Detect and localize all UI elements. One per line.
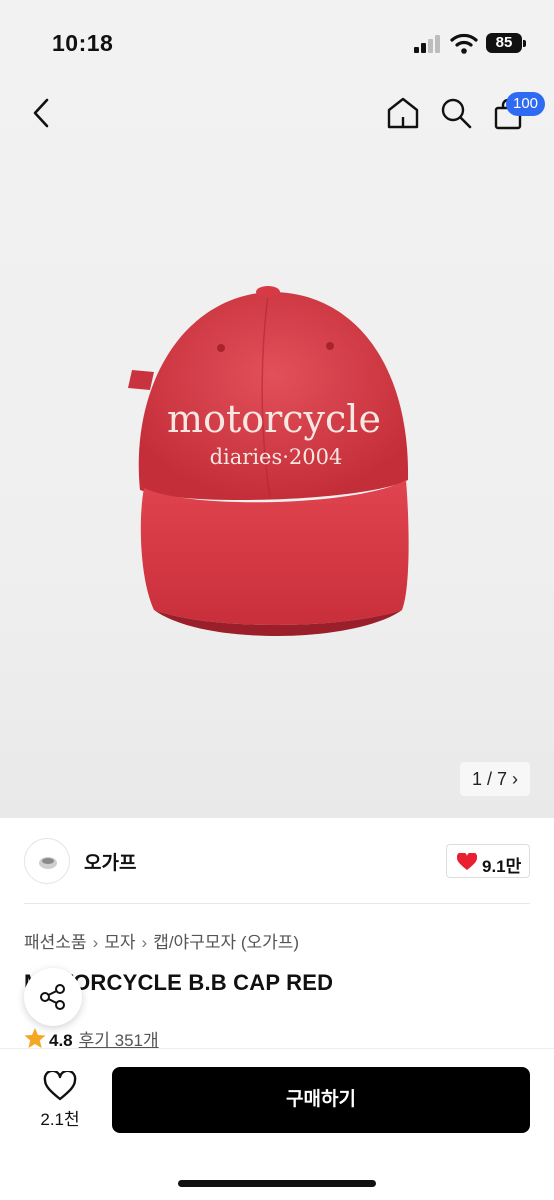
bottom-action-bar: 2.1천 구매하기 xyxy=(0,1048,554,1200)
heart-outline-icon xyxy=(43,1071,77,1101)
heart-filled-icon xyxy=(457,853,477,870)
battery-icon: 85 xyxy=(486,33,526,53)
breadcrumb-item[interactable]: 패션소품 xyxy=(24,928,87,953)
chevron-right-icon: › xyxy=(512,769,519,789)
brand-logo-icon xyxy=(39,857,57,869)
wishlist-button[interactable]: 2.1천 xyxy=(36,1069,84,1129)
breadcrumb: 패션소품 › 모자 › 캡/야구모자 (오가프) xyxy=(24,928,299,953)
cellular-signal-icon xyxy=(414,35,440,53)
divider xyxy=(24,903,530,904)
buy-button[interactable]: 구매하기 xyxy=(112,1067,530,1133)
home-indicator xyxy=(178,1180,376,1187)
brand-like-count: 9.1만 xyxy=(482,857,522,876)
star-icon xyxy=(24,1028,46,1048)
product-photo: motorcycle diaries·2004 xyxy=(128,286,409,636)
top-nav xyxy=(0,88,554,138)
share-icon xyxy=(40,984,65,1010)
wishlist-count: 2.1천 xyxy=(40,1110,80,1129)
breadcrumb-item[interactable]: 캡/야구모자 (오가프) xyxy=(153,928,299,953)
brand-name[interactable]: 오가프 xyxy=(84,848,136,875)
wifi-icon xyxy=(450,33,478,54)
cart-count-badge: 100 xyxy=(506,92,546,116)
back-icon[interactable] xyxy=(28,96,56,130)
status-bar: 10:18 85 xyxy=(0,26,554,66)
cap-embroidery-line2: diaries·2004 xyxy=(210,445,343,469)
chevron-right-icon: › xyxy=(92,933,99,952)
brand-row: 오가프 9.1만 xyxy=(0,818,554,904)
share-button[interactable] xyxy=(24,968,82,1026)
image-counter[interactable]: 1 / 7 › xyxy=(460,762,530,796)
cap-embroidery-line1: motorcycle xyxy=(167,397,381,441)
brand-logo[interactable] xyxy=(24,838,70,884)
chevron-right-icon: › xyxy=(141,933,148,952)
breadcrumb-item[interactable]: 모자 xyxy=(104,928,135,953)
home-icon[interactable] xyxy=(386,96,420,130)
status-time: 10:18 xyxy=(52,30,114,56)
search-icon[interactable] xyxy=(440,96,472,130)
brand-like-button[interactable]: 9.1만 xyxy=(446,844,530,878)
